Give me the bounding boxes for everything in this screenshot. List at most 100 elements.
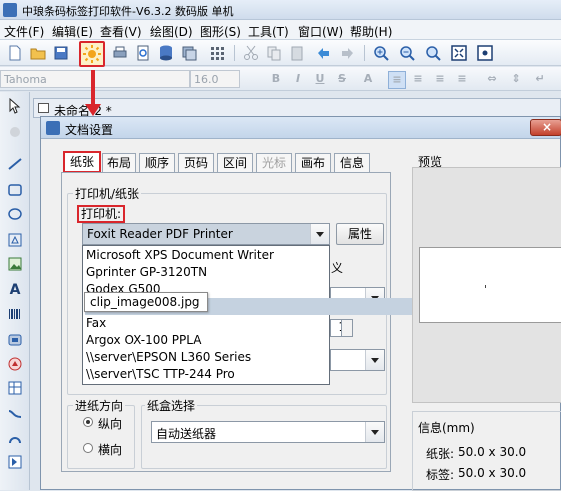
polygon-tool-icon[interactable] (7, 232, 23, 248)
printer-label: 打印机: (77, 205, 126, 223)
zoom-out-icon[interactable] (398, 44, 416, 62)
label-size-value: 50.0 x 30.0 (458, 466, 527, 480)
undo-icon[interactable] (315, 44, 333, 62)
feed-direction-label: 进纸方向 (73, 397, 126, 414)
tab-info[interactable]: 信息 (334, 153, 370, 173)
font-size-select[interactable]: 16.0 (190, 70, 240, 88)
menu-window[interactable]: 窗口(W) (298, 23, 343, 40)
printer-group-label: 打印机/纸张 (73, 185, 142, 202)
tab-paper[interactable]: 纸张 (63, 151, 101, 173)
close-icon: × (542, 120, 553, 134)
dialog-title: 文档设置 (65, 123, 114, 137)
paper-source-select[interactable] (330, 349, 385, 371)
menu-help[interactable]: 帮助(H) (350, 23, 392, 40)
open-folder-icon[interactable] (29, 44, 47, 62)
image-tool-icon[interactable] (7, 256, 23, 272)
actual-size-icon[interactable] (476, 44, 494, 62)
save-icon[interactable] (52, 44, 70, 62)
copy-icon[interactable] (265, 44, 283, 62)
menu-tools[interactable]: 工具(T) (248, 23, 289, 40)
layers-icon[interactable] (180, 44, 198, 62)
font-family-value: Tahoma (4, 73, 47, 86)
curve-tool-icon[interactable] (7, 406, 23, 422)
line-spacing-icon[interactable]: ⇕ (508, 71, 524, 87)
underline-icon[interactable]: U (312, 71, 328, 87)
align-left-icon[interactable]: ≡ (388, 71, 406, 89)
tray-selection-label: 纸盒选择 (145, 397, 198, 414)
tab-label: 画布 (300, 156, 325, 170)
tab-page-number[interactable]: 页码 (178, 153, 214, 173)
tab-canvas[interactable]: 画布 (295, 153, 331, 173)
menu-draw[interactable]: 绘图(D) (150, 23, 193, 40)
align-center-icon[interactable]: ≡ (410, 71, 426, 87)
document-settings-button[interactable] (79, 41, 105, 67)
chevron-down-icon (365, 350, 384, 370)
menu-edit[interactable]: 编辑(E) (52, 23, 93, 40)
grid-icon[interactable] (208, 44, 226, 62)
properties-button[interactable]: 属性 (336, 223, 384, 245)
app-logo-icon (3, 3, 17, 17)
preview-label-paper (419, 247, 561, 323)
printer-option[interactable]: \\server\EPSON L360 Series (85, 349, 328, 366)
font-size-value: 16.0 (194, 73, 219, 86)
new-document-icon[interactable] (6, 44, 24, 62)
print-icon[interactable] (111, 44, 129, 62)
copies-spinner[interactable] (341, 319, 353, 337)
printer-select[interactable]: Foxit Reader PDF Printer (82, 223, 330, 245)
ellipse-tool-icon[interactable] (7, 206, 23, 222)
red-arrow-annotation-icon (85, 70, 101, 116)
redo-icon[interactable] (338, 44, 356, 62)
cut-icon[interactable] (242, 44, 260, 62)
align-justify-icon[interactable]: ≡ (454, 71, 470, 87)
bold-icon[interactable]: B (268, 71, 284, 87)
printer-option[interactable]: Fax (85, 315, 328, 332)
line-tool-icon[interactable] (7, 156, 23, 172)
spacing-icon[interactable]: ⇔ (484, 71, 500, 87)
portrait-radio[interactable] (83, 417, 93, 427)
tab-range[interactable]: 区间 (217, 153, 253, 173)
main-toolbar (0, 40, 561, 67)
printer-option[interactable]: \\server\TSC TTP-244 Pro (85, 366, 328, 383)
tab-order[interactable]: 顺序 (139, 153, 175, 173)
tray-select[interactable]: 自动送纸器 (151, 421, 385, 443)
tab-cursor[interactable]: 光标 (256, 153, 292, 173)
edit-points-icon[interactable] (7, 454, 23, 470)
text-tool-icon[interactable]: A (7, 282, 23, 298)
wrap-icon[interactable]: ↵ (532, 71, 548, 87)
select-pointer-icon[interactable] (7, 97, 23, 114)
italic-icon[interactable]: I (290, 71, 306, 87)
menu-shape[interactable]: 图形(S) (200, 23, 241, 40)
paper-size-value: 50.0 x 30.0 (458, 445, 527, 459)
fit-page-icon[interactable] (450, 44, 468, 62)
tab-layout[interactable]: 布局 (102, 153, 136, 173)
rectangle-tool-icon[interactable] (7, 182, 23, 198)
arc-tool-icon[interactable] (7, 430, 23, 446)
strikethrough-icon[interactable]: S (334, 71, 350, 87)
print-preview-icon[interactable] (134, 44, 152, 62)
menu-file[interactable]: 文件(F) (4, 23, 44, 40)
zoom-in-icon[interactable] (372, 44, 390, 62)
tab-label: 信息 (339, 156, 364, 170)
printer-option[interactable]: Argox OX-100 PPLA (85, 332, 328, 349)
printer-dropdown-list: Microsoft XPS Document Writer Gprinter G… (82, 245, 432, 385)
database-icon[interactable] (157, 44, 175, 62)
rotate-icon[interactable] (7, 124, 23, 140)
paper-size-label: 纸张: (426, 447, 455, 461)
printer-option[interactable]: Microsoft XPS Document Writer (85, 247, 328, 264)
table-tool-icon[interactable] (7, 380, 23, 396)
document-window-titlebar: 未命名-2 * (33, 98, 561, 118)
label-size-label: 标签: (426, 468, 455, 482)
shape-tool-icon[interactable] (7, 356, 23, 372)
align-right-icon[interactable]: ≡ (432, 71, 448, 87)
printer-selected-value: Foxit Reader PDF Printer (87, 227, 233, 241)
close-button[interactable]: × (530, 119, 561, 136)
qrcode-tool-icon[interactable] (7, 332, 23, 348)
menu-view[interactable]: 查看(V) (100, 23, 142, 40)
tab-label: 纸张 (69, 155, 94, 169)
printer-option[interactable]: Gprinter GP-3120TN (85, 264, 328, 281)
zoom-icon[interactable] (424, 44, 442, 62)
barcode-tool-icon[interactable] (7, 306, 23, 322)
text-color-icon[interactable]: A (360, 71, 376, 87)
paste-icon[interactable] (288, 44, 306, 62)
landscape-radio[interactable] (83, 443, 93, 453)
